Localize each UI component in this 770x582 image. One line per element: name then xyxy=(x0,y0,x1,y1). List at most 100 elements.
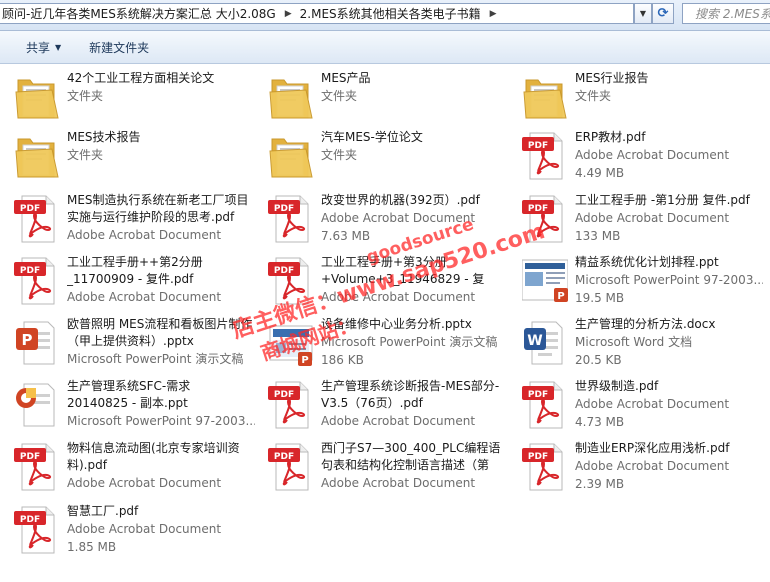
refresh-icon: ⟳ xyxy=(657,6,669,21)
folder-icon xyxy=(14,72,60,122)
share-button[interactable]: 共享 ▼ xyxy=(18,39,69,56)
pdf-file-icon: PDF xyxy=(14,505,60,555)
file-item-text: 42个工业工程方面相关论文 文件夹 xyxy=(67,70,255,105)
file-size: 2.39 MB xyxy=(575,477,625,491)
file-item[interactable]: PDF 西门子S7—300_400_PLC编程语句表和结构化控制语言描述（第三..… xyxy=(254,436,504,494)
folder-icon xyxy=(268,72,314,122)
file-item-text: 汽车MES-学位论文 文件夹 xyxy=(321,129,509,164)
file-item-text: 工业工程手册 -第1分册 复件.pdf Adobe Acrobat Documen… xyxy=(575,192,763,245)
folder-icon xyxy=(268,131,314,181)
file-type: Adobe Acrobat Document xyxy=(575,459,730,473)
svg-text:PDF: PDF xyxy=(20,266,40,276)
file-name: MES制造执行系统在新老工厂项目实施与运行维护阶段的思考.pdf xyxy=(67,193,249,224)
file-item-text: 西门子S7—300_400_PLC编程语句表和结构化控制语言描述（第三... Ad… xyxy=(321,440,509,492)
file-item[interactable]: P 精益系统优化计划排程.ppt Microsoft PowerPoint 97-2… xyxy=(508,250,763,308)
svg-text:PDF: PDF xyxy=(274,390,294,400)
pdf-file-icon: PDF xyxy=(14,256,60,306)
file-type: Adobe Acrobat Document xyxy=(67,476,222,490)
file-item[interactable]: PDF 智慧工厂.pdf Adobe Acrobat Document 1.85 MB xyxy=(0,499,250,557)
file-size: 186 KB xyxy=(321,353,364,367)
file-item[interactable]: PDF 工业工程手册 -第1分册 复件.pdf Adobe Acrobat Docu… xyxy=(508,188,758,246)
file-item-text: 精益系统优化计划排程.ppt Microsoft PowerPoint 97-20… xyxy=(575,254,763,307)
chevron-down-icon: ▼ xyxy=(639,9,647,18)
pdf-file-icon: PDF xyxy=(268,380,314,430)
file-type: 文件夹 xyxy=(575,89,612,103)
powerpoint-thumbnail-icon: P xyxy=(268,318,314,368)
file-item[interactable]: P 欧普照明 MES流程和看板图片制作（甲上提供资料）.pptx Microsoft… xyxy=(0,312,252,370)
file-type: Microsoft PowerPoint 演示文稿 xyxy=(67,352,244,366)
file-item[interactable]: MES产品 文件夹 xyxy=(254,66,504,124)
svg-text:P: P xyxy=(301,355,308,366)
history-dropdown-button[interactable]: ▼ xyxy=(634,3,652,24)
file-type: Microsoft PowerPoint 演示文稿 xyxy=(321,335,498,349)
file-type: 文件夹 xyxy=(67,148,104,162)
file-name: 改变世界的机器(392页）.pdf xyxy=(321,193,480,207)
folder-icon xyxy=(14,131,60,181)
file-item[interactable]: 汽车MES-学位论文 文件夹 xyxy=(254,125,504,183)
file-size: 20.5 KB xyxy=(575,353,622,367)
folder-icon xyxy=(522,72,568,122)
file-item[interactable]: PDF 改变世界的机器(392页）.pdf Adobe Acrobat Docume… xyxy=(254,188,504,246)
file-list: 42个工业工程方面相关论文 文件夹 MES产品 文件夹 MES行业报告 文件夹 MES技术报… xyxy=(0,64,770,582)
refresh-button[interactable]: ⟳ xyxy=(652,3,674,24)
file-item[interactable]: MES行业报告 文件夹 xyxy=(508,66,758,124)
pdf-file-icon: PDF xyxy=(522,131,568,181)
file-item[interactable]: 生产管理系统SFC-需求 20140825 - 副本.ppt Microsoft … xyxy=(0,374,255,432)
search-placeholder: 搜索 2.MES系... xyxy=(695,7,770,21)
file-item[interactable]: PDF 制造业ERP深化应用浅析.pdf Adobe Acrobat Documen… xyxy=(508,436,758,494)
file-size: 4.49 MB xyxy=(575,166,625,180)
file-item[interactable]: 42个工业工程方面相关论文 文件夹 xyxy=(0,66,250,124)
file-name: MES技术报告 xyxy=(67,130,141,144)
breadcrumb-item-current[interactable]: 2.MES系统其他相关各类电子书籍 xyxy=(298,5,484,22)
command-toolbar: 共享 ▼ 新建文件夹 xyxy=(0,31,770,64)
file-item[interactable]: PDF 工业工程手册++第2分册_11700909 - 复件.pdf Adobe A… xyxy=(0,250,250,308)
file-item[interactable]: W 生产管理的分析方法.docx Microsoft Word 文档 20.5 KB xyxy=(508,312,758,370)
new-folder-button[interactable]: 新建文件夹 xyxy=(81,39,157,56)
file-item-text: 物料信息流动图(北京专家培训资料).pdf Adobe Acrobat Docum… xyxy=(67,440,255,492)
file-item[interactable]: PDF MES制造执行系统在新老工厂项目实施与运行维护阶段的思考.pdf Adobe… xyxy=(0,188,250,246)
file-item[interactable]: P 设备维修中心业务分析.pptx Microsoft PowerPoint 演示文… xyxy=(254,312,504,370)
powerpoint-file-icon: P xyxy=(14,318,60,368)
file-type: Microsoft PowerPoint 97-2003... xyxy=(67,414,255,428)
chevron-right-icon[interactable]: ▶ xyxy=(279,9,298,19)
file-name: 生产管理系统SFC-需求 20140825 - 副本.ppt xyxy=(67,379,191,410)
powerpoint-thumbnail-icon: P xyxy=(521,256,569,306)
chevron-right-icon[interactable]: ▶ xyxy=(484,9,503,19)
file-name: 欧普照明 MES流程和看板图片制作（甲上提供资料）.pptx xyxy=(67,317,253,348)
file-item-text: 生产管理系统诊断报告-MES部分-V3.5（76页）.pdf Adobe Acro… xyxy=(321,378,509,430)
file-size: 133 MB xyxy=(575,229,621,243)
file-item-text: 生产管理的分析方法.docx Microsoft Word 文档 20.5 KB xyxy=(575,316,763,369)
svg-text:PDF: PDF xyxy=(274,452,294,462)
pdf-file-icon: PDF xyxy=(268,194,314,244)
file-name: 世界级制造.pdf xyxy=(575,379,659,393)
file-type: Microsoft PowerPoint 97-2003... xyxy=(575,273,763,287)
svg-text:P: P xyxy=(22,331,33,349)
file-item-text: MES产品 文件夹 xyxy=(321,70,509,105)
svg-text:P: P xyxy=(557,291,564,302)
file-name: 制造业ERP深化应用浅析.pdf xyxy=(575,441,730,455)
file-item[interactable]: PDF 物料信息流动图(北京专家培训资料).pdf Adobe Acrobat Do… xyxy=(0,436,250,494)
svg-text:PDF: PDF xyxy=(20,515,40,525)
file-type: Adobe Acrobat Document xyxy=(321,414,476,428)
file-size: 4.73 MB xyxy=(575,415,625,429)
svg-text:W: W xyxy=(527,333,542,349)
file-item[interactable]: MES技术报告 文件夹 xyxy=(0,125,250,183)
file-item-text: 工业工程手册++第2分册_11700909 - 复件.pdf Adobe Acro… xyxy=(67,254,255,306)
breadcrumb[interactable]: 顾问-近几年各类MES系统解决方案汇总 大小2.08G ▶ 2.MES系统其他相… xyxy=(0,3,634,24)
svg-text:PDF: PDF xyxy=(528,390,548,400)
breadcrumb-item-root[interactable]: 顾问-近几年各类MES系统解决方案汇总 大小2.08G xyxy=(0,5,279,22)
file-item[interactable]: PDF 工业工程手册+第3分册+Volume+3_11946829 - 复件.p.… xyxy=(254,250,504,308)
file-name: 工业工程手册++第2分册_11700909 - 复件.pdf xyxy=(67,255,203,286)
word-file-icon: W xyxy=(522,318,568,368)
file-size: 19.5 MB xyxy=(575,291,625,305)
pdf-file-icon: PDF xyxy=(522,194,568,244)
file-item[interactable]: PDF ERP教材.pdf Adobe Acrobat Document 4.49 M… xyxy=(508,125,758,183)
file-item[interactable]: PDF 世界级制造.pdf Adobe Acrobat Document 4.73 M… xyxy=(508,374,758,432)
file-item[interactable]: PDF 生产管理系统诊断报告-MES部分-V3.5（76页）.pdf Adobe A… xyxy=(254,374,504,432)
pdf-file-icon: PDF xyxy=(14,442,60,492)
file-name: 工业工程手册+第3分册+Volume+3_11946829 - 复件.p... xyxy=(321,255,485,286)
file-item-text: ERP教材.pdf Adobe Acrobat Document 4.49 MB xyxy=(575,129,763,182)
pdf-file-icon: PDF xyxy=(522,380,568,430)
search-input[interactable]: 搜索 2.MES系... xyxy=(682,3,770,24)
file-item-text: 工业工程手册+第3分册+Volume+3_11946829 - 复件.p... A… xyxy=(321,254,509,306)
